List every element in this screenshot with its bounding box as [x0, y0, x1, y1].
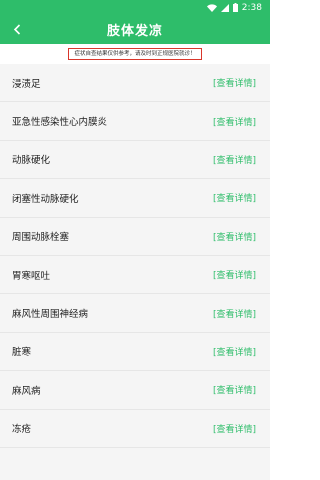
list-item-label: 麻风性周围神经病	[12, 309, 89, 321]
disclaimer-notice: 症状自查结果仅供参考，请及时到正规医院就诊！	[68, 47, 202, 61]
list-item-label: 胃寒呕吐	[12, 270, 51, 282]
wifi-icon	[206, 3, 217, 12]
list-item: 冻疮 [查看详情]	[0, 409, 270, 448]
list-item: 脏寒 [查看详情]	[0, 332, 270, 372]
view-details-link[interactable]: [查看详情]	[213, 115, 256, 128]
list-item: 麻风病 [查看详情]	[0, 371, 270, 410]
list-item: 亚急性感染性心内膜炎 [查看详情]	[0, 102, 270, 141]
view-details-link[interactable]: [查看详情]	[213, 383, 256, 396]
list-item: 动脉硬化 [查看详情]	[0, 140, 270, 180]
battery-icon	[232, 3, 238, 12]
list-item: 麻风性周围神经病 [查看详情]	[0, 294, 270, 333]
view-details-link[interactable]: [查看详情]	[213, 76, 256, 89]
list-item: 闭塞性动脉硬化 [查看详情]	[0, 179, 270, 218]
status-time: 2:38	[241, 2, 262, 13]
list-item-label: 周围动脉栓塞	[12, 232, 70, 244]
notice-area: 症状自查结果仅供参考，请及时到正规医院就诊！	[0, 44, 270, 64]
view-details-link[interactable]: [查看详情]	[213, 230, 256, 243]
signal-icon	[220, 3, 229, 12]
view-details-link[interactable]: [查看详情]	[213, 268, 256, 281]
bottom-navigation-area	[0, 448, 270, 480]
page-title: 肢体发凉	[106, 24, 163, 39]
list-item-label: 闭塞性动脉硬化	[12, 193, 79, 205]
list-item-label: 浸渍足	[12, 78, 41, 90]
list-item: 胃寒呕吐 [查看详情]	[0, 255, 270, 295]
list-item-label: 亚急性感染性心内膜炎	[12, 117, 108, 129]
view-details-link[interactable]: [查看详情]	[213, 191, 256, 204]
disease-list: 浸渍足 [查看详情] 亚急性感染性心内膜炎 [查看详情] 动脉硬化 [查看详情]…	[0, 64, 270, 448]
view-details-link[interactable]: [查看详情]	[213, 307, 256, 320]
status-bar: 2:38	[0, 0, 270, 15]
list-item-label: 冻疮	[12, 424, 32, 436]
view-details-link[interactable]: [查看详情]	[213, 422, 256, 435]
list-item-label: 麻风病	[12, 385, 41, 397]
list-item-label: 动脉硬化	[12, 155, 51, 167]
chevron-left-icon	[13, 20, 21, 39]
app-screen: 2:38 肢体发凉 症状自查结果仅供参考，请及时到正规医院就诊！ 浸渍足 [查看…	[0, 0, 270, 480]
list-item-label: 脏寒	[12, 347, 32, 359]
back-button[interactable]	[6, 15, 28, 44]
view-details-link[interactable]: [查看详情]	[213, 345, 256, 358]
view-details-link[interactable]: [查看详情]	[213, 153, 256, 166]
list-item: 周围动脉栓塞 [查看详情]	[0, 217, 270, 256]
list-item: 浸渍足 [查看详情]	[0, 64, 270, 103]
header-bar: 肢体发凉	[0, 15, 270, 44]
